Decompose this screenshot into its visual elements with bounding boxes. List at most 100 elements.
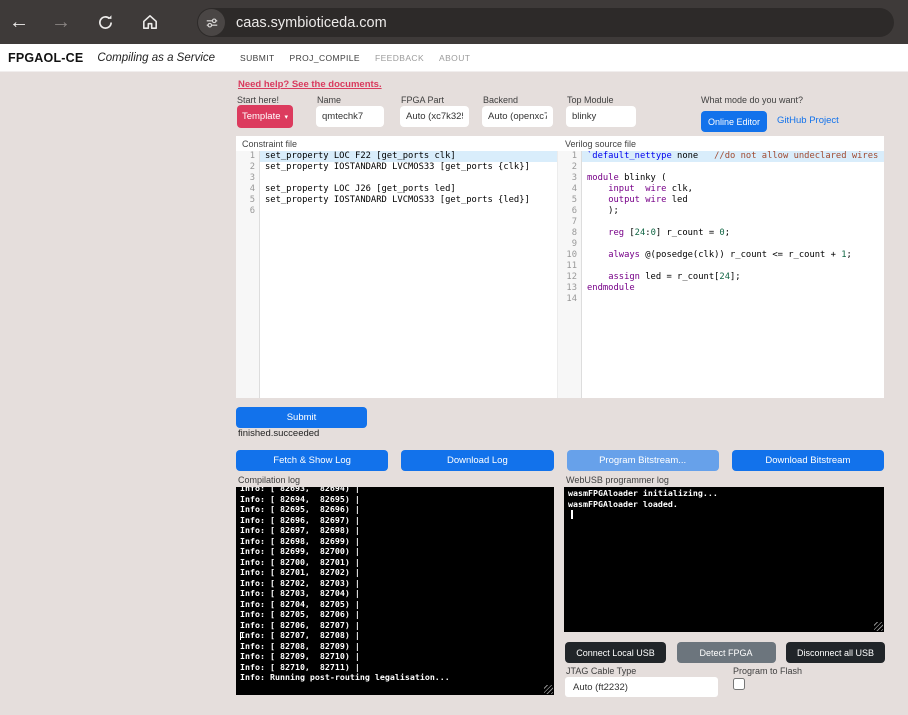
webusb-log[interactable]: wasmFPGAloader initializing... wasmFPGAlo…: [564, 487, 884, 632]
forward-icon[interactable]: →: [44, 5, 78, 39]
page-content: Need help? See the documents. Start here…: [0, 72, 908, 715]
line-number: 9: [571, 239, 577, 249]
code-line[interactable]: 4 set_property LOC J26 [get_ports led]: [236, 184, 557, 195]
download-bitstream-button[interactable]: Download Bitstream: [731, 450, 884, 471]
fetch-show-log-button[interactable]: Fetch & Show Log: [236, 450, 389, 471]
log-line: Info: Running post-routing legalisation.…: [240, 672, 450, 682]
token: wire: [645, 184, 667, 194]
token: ;: [846, 250, 852, 260]
log-line: Info: [ 82705, 82706) |: [240, 609, 360, 619]
fpga-part-label: FPGA Part: [401, 95, 445, 105]
resize-handle[interactable]: [544, 685, 553, 694]
jtag-cable-type-label: JTAG Cable Type: [566, 666, 637, 676]
token: ;: [724, 228, 731, 238]
backend-input[interactable]: [482, 106, 553, 127]
online-editor-button[interactable]: Online Editor: [701, 111, 767, 132]
log-line: Info: [ 82709, 82710) |: [240, 651, 360, 661]
token: always: [608, 250, 640, 260]
constraint-file-label: Constraint file: [242, 139, 298, 149]
verilog-editor[interactable]: 1 `default_nettype none //do not allow un…: [557, 151, 884, 398]
program-to-flash-label: Program to Flash: [733, 666, 803, 676]
code-line[interactable]: 13 endmodule: [558, 283, 884, 294]
nav-proj_compile[interactable]: PROJ_COMPILE: [290, 53, 360, 63]
log-line: Info: [ 82694, 82695) |: [240, 493, 360, 504]
main-nav: SUBMIT PROJ_COMPILE FEEDBACK ABOUT: [240, 53, 470, 63]
webusb-log-label: WebUSB programmer log: [566, 475, 669, 485]
token: @(posedge(clk)) r_count <= r_count +: [639, 250, 842, 260]
back-icon[interactable]: ←: [2, 5, 36, 39]
site-info-icon[interactable]: [198, 9, 225, 36]
github-project-link[interactable]: GitHub Project: [777, 115, 839, 126]
reload-icon[interactable]: [88, 5, 122, 39]
token: endmodule: [587, 283, 635, 293]
connect-local-usb-button[interactable]: Connect Local USB: [565, 642, 666, 663]
home-icon[interactable]: [133, 5, 167, 39]
code-text: `default_nettype none //do not allow und…: [582, 151, 884, 162]
compilation-log-label: Compilation log: [238, 475, 301, 485]
log-line: Info: [ 82704, 82705) |: [240, 598, 360, 609]
token: input: [608, 184, 635, 194]
nav-about[interactable]: ABOUT: [439, 53, 470, 63]
name-label: Name: [317, 95, 342, 105]
help-docs-link[interactable]: Need help? See the documents.: [238, 79, 382, 90]
nav-submit[interactable]: SUBMIT: [240, 53, 275, 63]
code-line[interactable]: 6 );: [558, 206, 884, 217]
program-to-flash-checkbox[interactable]: [733, 678, 745, 690]
code-line[interactable]: 6: [236, 206, 557, 217]
brand-tagline: Compiling as a Service: [97, 51, 216, 64]
line-number: 4: [571, 184, 577, 194]
log-line: wasmFPGAloader loaded.: [568, 499, 678, 509]
token: assign: [608, 272, 640, 282]
code-line[interactable]: 2 set_property IOSTANDARD LVCMOS33 [get_p…: [236, 162, 557, 173]
resize-handle[interactable]: [874, 622, 883, 631]
log-line: Info: [ 82703, 82704) |: [240, 588, 360, 598]
fpga-part-input[interactable]: [400, 106, 469, 127]
constraint-editor[interactable]: 1 set_property LOC F22 [get_ports clk] 2 se…: [236, 151, 557, 398]
name-input[interactable]: [316, 106, 384, 127]
code-line[interactable]: 10 always @(posedge(clk)) r_count <= r_c…: [558, 250, 884, 261]
code-line[interactable]: 4 input wire clk,: [558, 184, 884, 195]
detect-fpga-button[interactable]: Detect FPGA: [676, 642, 776, 663]
code-line[interactable]: 12 assign led = r_count[24];: [558, 272, 884, 283]
code-line[interactable]: 1 `default_nettype none //do not allow un…: [558, 151, 884, 162]
code-text: always @(posedge(clk)) r_count <= r_coun…: [582, 250, 884, 261]
code-line[interactable]: 7: [558, 217, 884, 228]
editors-panel: Constraint file Verilog source file 1 set…: [236, 136, 884, 398]
cursor-line: [568, 510, 884, 522]
submit-button[interactable]: Submit: [236, 407, 367, 428]
code-line[interactable]: 5 set_property IOSTANDARD LVCMOS33 [get_p…: [236, 195, 557, 206]
text-caret: [240, 631, 241, 640]
program-bitstream-button[interactable]: Program Bitstream...: [566, 450, 719, 471]
token: output: [608, 195, 640, 205]
code-text: set_property LOC J26 [get_ports led]: [260, 184, 557, 195]
browser-toolbar: ← → caas.symbioticeda.com: [0, 0, 908, 44]
top-module-input[interactable]: [566, 106, 636, 127]
code-line[interactable]: 11: [558, 261, 884, 272]
jtag-cable-type-select[interactable]: Auto (ft2232): [565, 677, 718, 697]
disconnect-all-usb-button[interactable]: Disconnect all USB: [786, 642, 885, 663]
code-line[interactable]: 8 reg [24:0] r_count = 0;: [558, 228, 884, 239]
template-dropdown-button[interactable]: Template ▾: [237, 105, 293, 128]
address-bar[interactable]: caas.symbioticeda.com: [197, 8, 894, 37]
token: 24: [634, 228, 646, 238]
token: set_property IOSTANDARD LVCMOS33 [get_po…: [265, 195, 530, 205]
code-line[interactable]: 9: [558, 239, 884, 250]
code-line[interactable]: 3 module blinky (: [558, 173, 884, 184]
code-line[interactable]: 5 output wire led: [558, 195, 884, 206]
code-line[interactable]: 3: [236, 173, 557, 184]
code-line[interactable]: 14: [558, 294, 884, 305]
download-log-button[interactable]: Download Log: [401, 450, 554, 471]
log-line: Info: [ 82701, 82702) |: [240, 567, 360, 577]
nav-feedback[interactable]: FEEDBACK: [375, 53, 424, 63]
code-line[interactable]: 2: [558, 162, 884, 173]
code-line[interactable]: 1 set_property LOC F22 [get_ports clk]: [236, 151, 557, 162]
compilation-log[interactable]: Info: [ 82693, 82694) | Info: [ 82694, 82…: [236, 487, 554, 695]
log-line: Info: [ 82707, 82708) |: [240, 630, 360, 640]
